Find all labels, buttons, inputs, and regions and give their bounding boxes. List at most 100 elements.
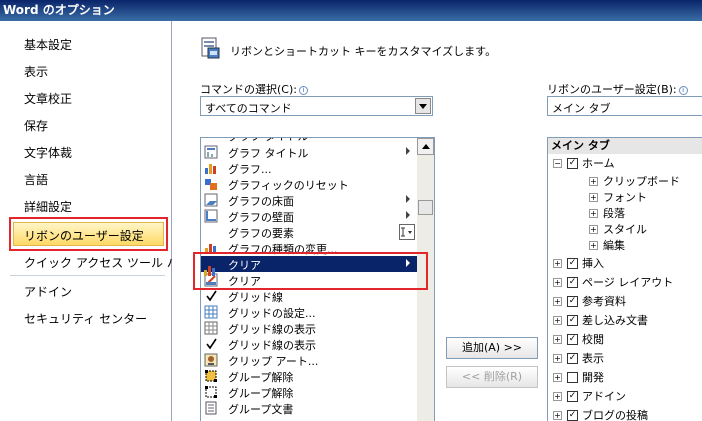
check-icon bbox=[206, 290, 217, 302]
ungroup-icon bbox=[205, 370, 217, 382]
combo-value: すべてのコマンド bbox=[205, 102, 292, 115]
sidebar-item-general[interactable]: 基本設定 bbox=[24, 36, 72, 53]
list-item[interactable]: グリッドの設定... bbox=[201, 304, 417, 320]
list-item[interactable]: グリッド線 bbox=[201, 288, 417, 304]
checkbox-checked-icon: ✓ bbox=[567, 390, 578, 402]
scroll-up-icon[interactable] bbox=[417, 138, 434, 155]
tree-header: メイン タブ bbox=[548, 138, 702, 154]
sidebar-item-trust-center[interactable]: セキュリティ センター bbox=[24, 310, 147, 327]
checkbox-checked-icon: ✓ bbox=[567, 157, 578, 169]
sidebar-item-advanced[interactable]: 詳細設定 bbox=[24, 198, 72, 215]
list-item[interactable]: グループ解除 bbox=[201, 368, 417, 384]
combo-value: メイン タブ bbox=[552, 102, 611, 115]
expand-icon: + bbox=[589, 224, 598, 234]
main-panel: リボンとショートカット キーをカスタマイズします。 コマンドの選択(C): i す… bbox=[173, 21, 702, 421]
chart-floor-icon bbox=[204, 193, 218, 207]
selection-highlight-box: リボンのユーザー設定 bbox=[9, 217, 168, 251]
tree-node-references[interactable]: + ✓ 参考資料 bbox=[553, 293, 626, 309]
sidebar-item-display[interactable]: 表示 bbox=[24, 63, 48, 80]
choose-commands-label: コマンドの選択(C): i bbox=[200, 81, 308, 97]
list-item[interactable]: グリッド線の表示 bbox=[201, 320, 417, 336]
add-button[interactable]: 追加(A) >> bbox=[446, 337, 538, 359]
checkbox-checked-icon: ✓ bbox=[567, 276, 578, 288]
tree-node-paragraph[interactable]: + 段落 bbox=[589, 205, 625, 221]
tree-node-home[interactable]: − ✓ ホーム bbox=[553, 155, 615, 171]
info-icon: i bbox=[678, 86, 688, 95]
reset-graphic-icon bbox=[205, 179, 217, 190]
chart-title-icon bbox=[204, 145, 218, 159]
list-item[interactable]: グラフ... bbox=[201, 160, 417, 176]
sidebar-item-quick-access-toolbar[interactable]: クイック アクセス ツール バー bbox=[24, 254, 191, 271]
sidebar-item-customize-ribbon[interactable]: リボンのユーザー設定 bbox=[13, 222, 164, 246]
checkbox-unchecked-icon bbox=[567, 371, 578, 383]
expand-icon: + bbox=[553, 296, 562, 306]
submenu-arrow-icon bbox=[406, 147, 410, 155]
checkbox-checked-icon: ✓ bbox=[567, 333, 578, 345]
grid-settings-icon bbox=[204, 305, 218, 319]
check-icon bbox=[206, 338, 217, 350]
chart-icon bbox=[205, 164, 216, 174]
expand-icon: + bbox=[589, 240, 598, 250]
tree-node-clipboard[interactable]: + クリップボード bbox=[589, 173, 680, 189]
tree-node-page-layout[interactable]: + ✓ ページ レイアウト bbox=[553, 274, 673, 290]
chevron-down-icon[interactable] bbox=[415, 98, 431, 114]
clip-art-icon bbox=[204, 353, 218, 367]
tree-node-mailings[interactable]: + ✓ 差し込み文書 bbox=[553, 312, 648, 328]
expand-icon: + bbox=[589, 208, 598, 218]
list-item[interactable]: グラフの壁面 bbox=[201, 208, 417, 224]
sidebar-item-typography[interactable]: 文字体裁 bbox=[24, 144, 72, 161]
list-item[interactable]: グラフ タイトル bbox=[201, 144, 417, 160]
sidebar-item-language[interactable]: 言語 bbox=[24, 171, 48, 188]
ribbon-tree[interactable]: メイン タブ − ✓ ホーム + クリップボード + フォント + 段落 + スタイル + 編… bbox=[547, 137, 702, 421]
sidebar-item-proofing[interactable]: 文章校正 bbox=[24, 90, 72, 107]
tree-node-font[interactable]: + フォント bbox=[589, 189, 647, 205]
checkbox-checked-icon: ✓ bbox=[567, 257, 578, 269]
collapse-icon: − bbox=[553, 158, 562, 168]
customize-ribbon-combo[interactable]: メイン タブ bbox=[547, 96, 702, 116]
chart-wall-icon bbox=[204, 209, 218, 223]
expand-icon: + bbox=[553, 258, 562, 268]
expand-icon: + bbox=[553, 353, 562, 363]
expand-icon: + bbox=[553, 334, 562, 344]
expand-icon: + bbox=[553, 277, 562, 287]
tree-node-editing[interactable]: + 編集 bbox=[589, 237, 625, 253]
customize-ribbon-label: リボンのユーザー設定(B): i bbox=[547, 81, 688, 97]
expand-icon: + bbox=[589, 176, 598, 186]
submenu-arrow-icon bbox=[406, 195, 410, 203]
window-title: Word のオプション bbox=[0, 0, 702, 21]
info-icon: i bbox=[298, 86, 308, 95]
choose-commands-combo[interactable]: すべてのコマンド bbox=[200, 96, 433, 116]
list-item[interactable]: グラフィックのリセット bbox=[201, 176, 417, 192]
gridlines-icon bbox=[204, 321, 218, 335]
expand-icon: + bbox=[553, 372, 562, 382]
expand-icon: + bbox=[589, 192, 598, 202]
scroll-thumb[interactable] bbox=[418, 200, 433, 215]
ungroup-icon bbox=[205, 386, 217, 398]
tree-node-view[interactable]: + ✓ 表示 bbox=[553, 350, 604, 366]
tree-node-developer[interactable]: + 開発 bbox=[553, 369, 604, 385]
sidebar-divider bbox=[10, 275, 165, 276]
sidebar-item-save[interactable]: 保存 bbox=[24, 117, 48, 134]
group-document-icon bbox=[205, 401, 217, 415]
tree-node-insert[interactable]: + ✓ 挿入 bbox=[553, 255, 604, 271]
list-item[interactable]: グループ文書 bbox=[201, 400, 417, 416]
expand-icon: + bbox=[553, 410, 562, 420]
remove-button[interactable]: << 削除(R) bbox=[446, 366, 538, 388]
tree-node-addins[interactable]: + ✓ アドイン bbox=[553, 388, 626, 404]
tree-node-review[interactable]: + ✓ 校閲 bbox=[553, 331, 604, 347]
expand-icon: + bbox=[553, 391, 562, 401]
tree-node-styles[interactable]: + スタイル bbox=[589, 221, 647, 237]
selection-highlight-box bbox=[193, 252, 428, 290]
list-item-partial: グラフ タイトル bbox=[201, 138, 417, 143]
list-item[interactable]: クリップ アート... bbox=[201, 352, 417, 368]
checkbox-checked-icon: ✓ bbox=[567, 409, 578, 421]
header-description: リボンとショートカット キーをカスタマイズします。 bbox=[230, 45, 497, 58]
checkbox-checked-icon: ✓ bbox=[567, 314, 578, 326]
tree-node-blog-post[interactable]: + ✓ ブログの投稿 bbox=[553, 407, 648, 421]
list-item[interactable]: グリッド線の表示 bbox=[201, 336, 417, 352]
list-item[interactable]: グループ解除 bbox=[201, 384, 417, 400]
checkbox-checked-icon: ✓ bbox=[567, 295, 578, 307]
sidebar-item-addins[interactable]: アドイン bbox=[24, 283, 72, 300]
list-item[interactable]: グラフの要素 bbox=[201, 224, 417, 240]
list-item[interactable]: グラフの床面 bbox=[201, 192, 417, 208]
